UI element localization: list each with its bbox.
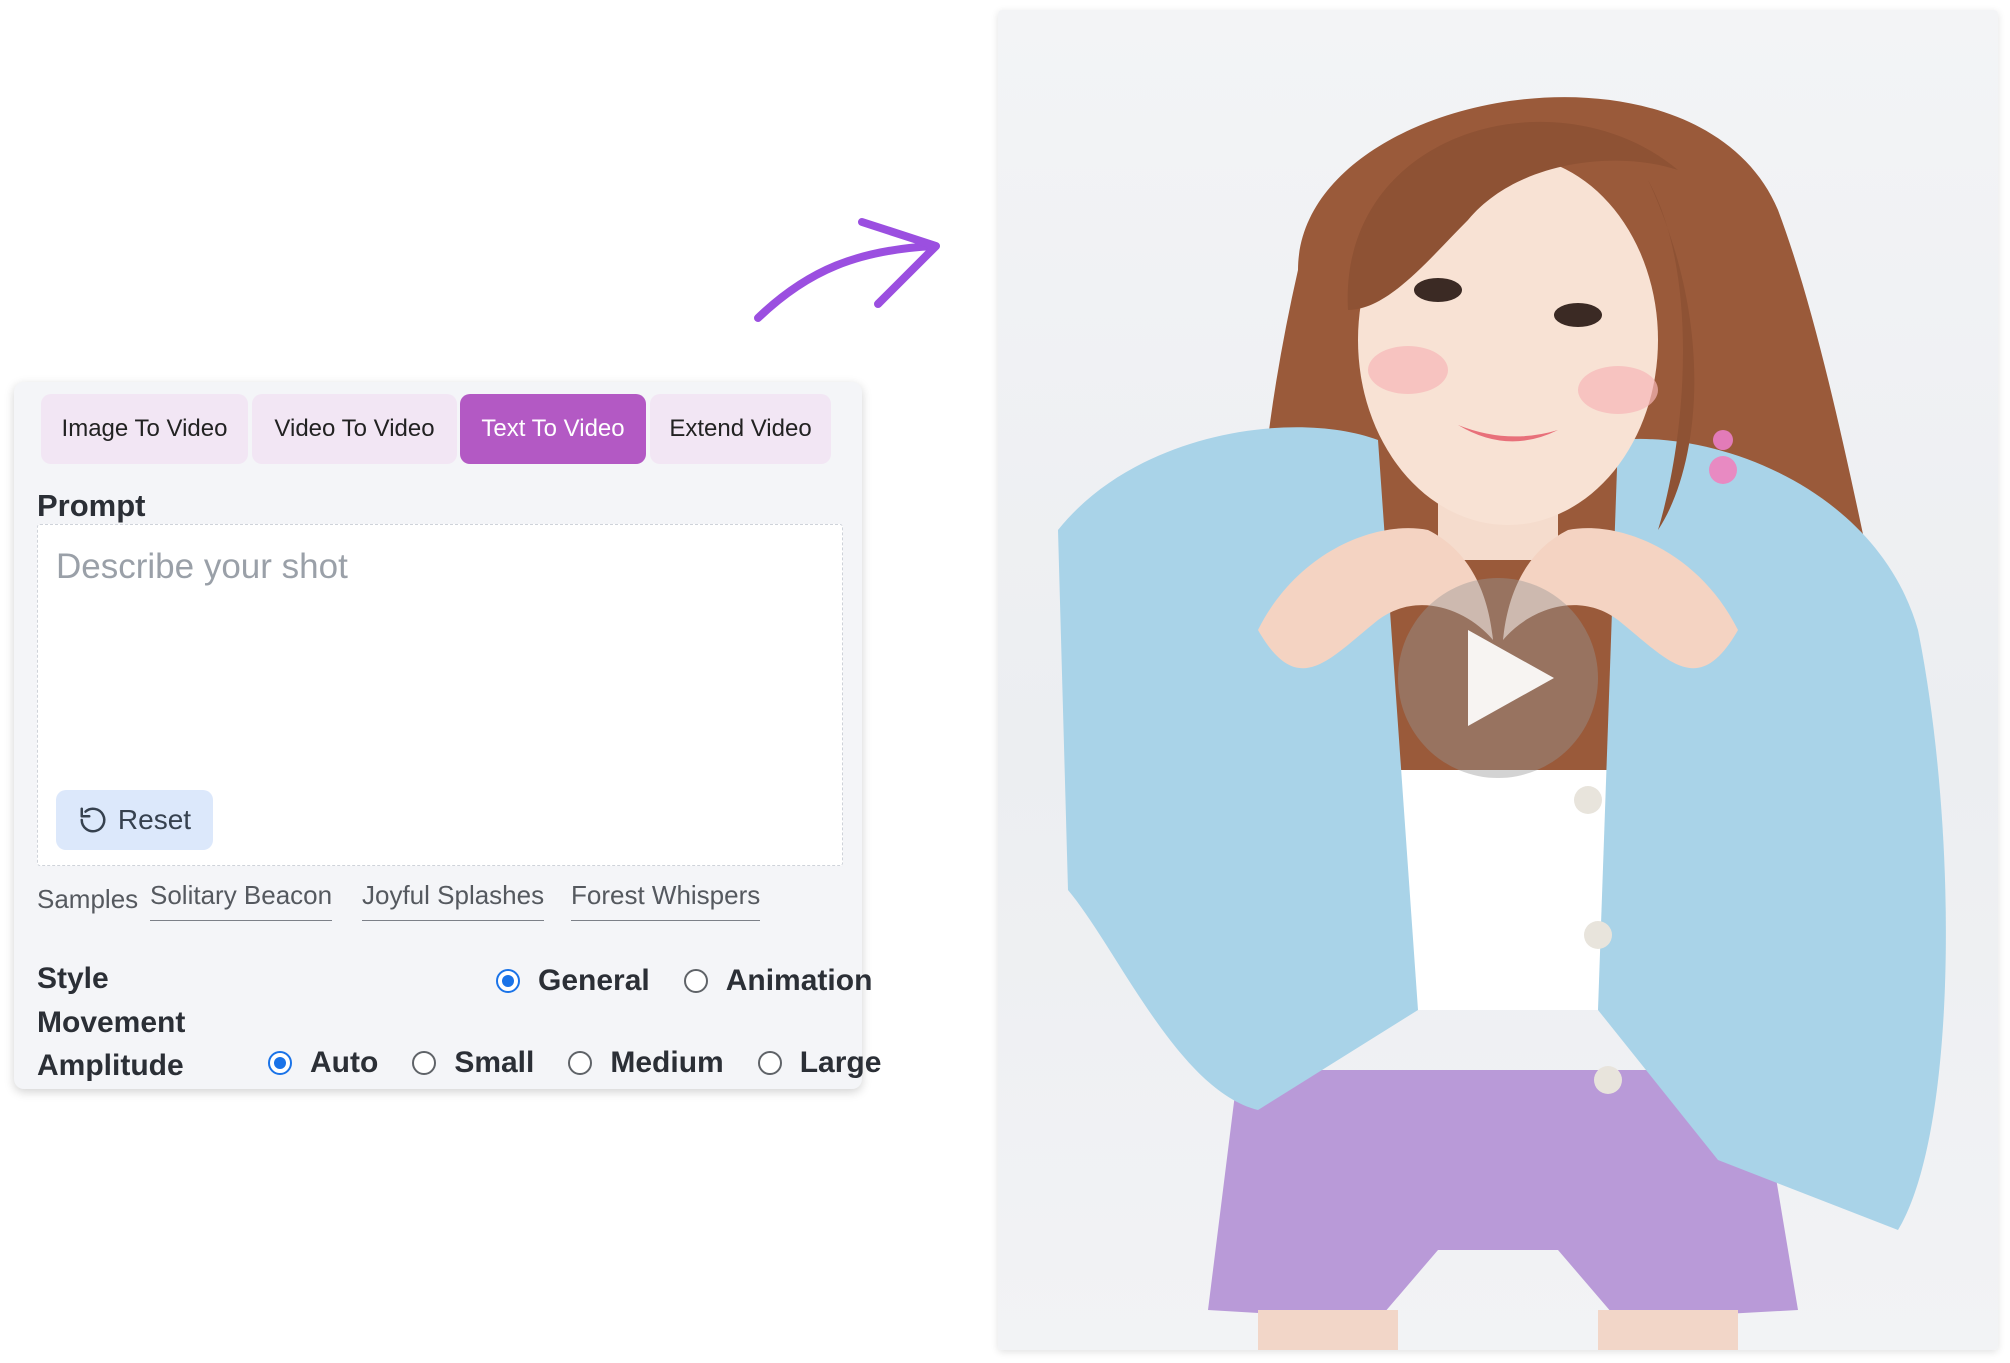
radio-unchecked-icon[interactable] xyxy=(683,969,708,993)
radio-unchecked-icon[interactable] xyxy=(757,1051,782,1075)
tab-extend-video[interactable]: Extend Video xyxy=(650,394,831,464)
reset-label: Reset xyxy=(117,804,192,835)
movement-option-small[interactable]: Small xyxy=(412,1046,534,1080)
movement-radio-group: Auto Small Medium Large xyxy=(268,1046,881,1080)
movement-option-label: Large xyxy=(799,1046,882,1079)
movement-label: Movement xyxy=(37,1006,186,1039)
movement-option-label: Small xyxy=(454,1046,535,1079)
style-option-general[interactable]: General xyxy=(496,964,650,998)
amplitude-label: Amplitude xyxy=(37,1049,184,1082)
style-option-label: General xyxy=(538,964,650,997)
radio-unchecked-icon[interactable] xyxy=(412,1051,437,1075)
prompt-input[interactable] xyxy=(56,547,816,747)
rotate-ccw-icon xyxy=(80,807,106,833)
sample-forest-whispers[interactable]: Forest Whispers xyxy=(571,880,761,921)
style-option-label: Animation xyxy=(725,964,873,997)
tab-image-to-video[interactable]: Image To Video xyxy=(41,394,248,464)
play-button[interactable] xyxy=(1398,578,1598,778)
movement-option-label: Auto xyxy=(310,1046,379,1079)
movement-option-medium[interactable]: Medium xyxy=(568,1046,724,1080)
tab-text-to-video[interactable]: Text To Video xyxy=(460,394,646,464)
generator-panel: Image To Video Video To Video Text To Vi… xyxy=(14,382,881,1089)
radio-checked-icon[interactable] xyxy=(496,969,520,993)
samples-label: Samples xyxy=(37,884,139,914)
play-icon xyxy=(1468,630,1554,726)
style-option-animation[interactable]: Animation xyxy=(683,964,873,998)
prompt-box: Reset xyxy=(37,524,843,866)
movement-option-auto[interactable]: Auto xyxy=(268,1046,378,1080)
sample-solitary-beacon[interactable]: Solitary Beacon xyxy=(150,880,333,921)
style-radio-group: General Animation xyxy=(496,964,872,998)
radio-unchecked-icon[interactable] xyxy=(568,1051,593,1075)
style-label: Style xyxy=(37,962,109,995)
sample-joyful-splashes[interactable]: Joyful Splashes xyxy=(362,880,545,921)
video-preview[interactable] xyxy=(998,10,1998,1350)
movement-option-large[interactable]: Large xyxy=(757,1046,882,1080)
movement-option-label: Medium xyxy=(610,1046,724,1079)
curved-arrow-icon xyxy=(754,218,940,322)
tab-video-to-video[interactable]: Video To Video xyxy=(252,394,457,464)
radio-checked-icon[interactable] xyxy=(268,1051,292,1075)
prompt-label: Prompt xyxy=(37,488,146,523)
reset-button[interactable]: Reset xyxy=(56,790,213,850)
